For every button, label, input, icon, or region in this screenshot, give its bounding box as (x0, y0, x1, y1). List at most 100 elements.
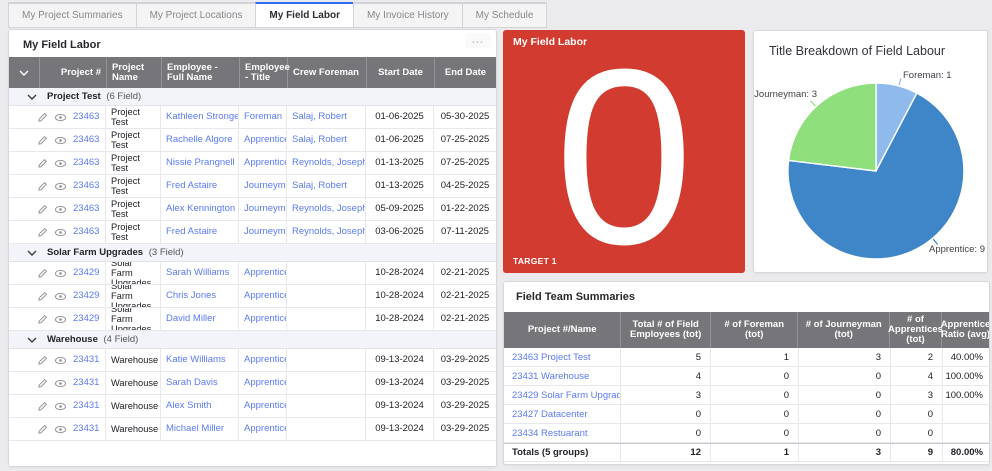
employee-title-link[interactable]: Apprentice (244, 424, 287, 434)
edit-button[interactable] (37, 158, 48, 169)
employee-title-link[interactable]: Journeyman (244, 204, 287, 214)
crew-foreman-link[interactable]: Reynolds, Joseph (292, 204, 366, 214)
edit-button[interactable] (37, 112, 48, 123)
column-header-expand[interactable] (9, 57, 39, 88)
project-link[interactable]: 23427 Datacenter (512, 409, 588, 420)
project-link[interactable]: 23434 Restuarant (512, 428, 588, 439)
crew-foreman-link[interactable]: Salaj, Robert (292, 112, 347, 122)
column-header-project-name[interactable]: Project #/Name (504, 312, 620, 348)
edit-button[interactable] (37, 314, 48, 325)
crew-foreman-link[interactable]: Salaj, Robert (292, 135, 347, 145)
employee-title-link[interactable]: Apprentice (244, 268, 287, 278)
tab-my-project-locations[interactable]: My Project Locations (136, 2, 257, 28)
field-labor-kpi-tile[interactable]: My Field Labor 0 TARGET 1 (503, 30, 745, 273)
employee-title-link[interactable]: Journeyman (244, 227, 287, 237)
project-number-link[interactable]: 23463 (73, 135, 101, 145)
employee-name-link[interactable]: Fred Astaire (166, 181, 217, 191)
view-button[interactable] (54, 269, 67, 278)
edit-button[interactable] (37, 401, 48, 412)
project-number-link[interactable]: 23463 (73, 158, 101, 168)
crew-foreman-link[interactable]: Reynolds, Joseph (292, 227, 366, 237)
edit-button[interactable] (37, 424, 48, 435)
project-number-link[interactable]: 23463 (73, 227, 101, 237)
project-number-link[interactable]: 23431 (73, 378, 101, 388)
group-row-warehouse[interactable]: Warehouse (4 Field) (9, 331, 496, 349)
employee-name-link[interactable]: Chris Jones (166, 291, 216, 301)
column-header-end-date[interactable]: End Date (434, 57, 496, 88)
project-number-link[interactable]: 23463 (73, 112, 101, 122)
view-button[interactable] (54, 228, 67, 237)
view-button[interactable] (54, 205, 67, 214)
employee-title-link[interactable]: Apprentice (244, 378, 287, 388)
employee-name-link[interactable]: Michael Miller (166, 424, 224, 434)
tab-my-invoice-history[interactable]: My Invoice History (353, 2, 463, 28)
employee-name-link[interactable]: Nissie Prangnell (166, 158, 235, 168)
employee-title-link[interactable]: Apprentice (244, 158, 287, 168)
view-button[interactable] (54, 159, 67, 168)
employee-name-link[interactable]: Alex Kennington (166, 204, 235, 214)
project-number-link[interactable]: 23463 (73, 204, 101, 214)
column-header-crew-foreman[interactable]: Crew Foreman (287, 57, 366, 88)
edit-button[interactable] (37, 227, 48, 238)
column-header-of-apprentices-tot[interactable]: # of Apprentices (tot) (889, 312, 941, 348)
employee-name-link[interactable]: Sarah Davis (166, 378, 218, 388)
employee-name-link[interactable]: Alex Smith (166, 401, 211, 411)
edit-button[interactable] (37, 135, 48, 146)
project-link[interactable]: 23429 Solar Farm Upgrades (512, 390, 621, 401)
employee-name-link[interactable]: Fred Astaire (166, 227, 217, 237)
project-link[interactable]: 23431 Warehouse (512, 371, 589, 382)
project-link[interactable]: 23463 Project Test (512, 352, 591, 363)
project-number-link[interactable]: 23429 (73, 291, 101, 301)
project-number-link[interactable]: 23429 (73, 268, 101, 278)
project-number-link[interactable]: 23463 (73, 181, 101, 191)
employee-title-link[interactable]: Journeyman (244, 181, 287, 191)
edit-button[interactable] (37, 378, 48, 389)
edit-button[interactable] (37, 291, 48, 302)
view-button[interactable] (54, 292, 67, 301)
column-header-total-of-field-employees-tot[interactable]: Total # of Field Employees (tot) (620, 312, 710, 348)
crew-foreman-link[interactable]: Reynolds, Joseph (292, 158, 366, 168)
tab-my-project-summaries[interactable]: My Project Summaries (8, 2, 137, 28)
employee-name-link[interactable]: Sarah Williams (166, 268, 229, 278)
employee-name-link[interactable]: Kathleen Stronger (166, 112, 239, 122)
column-header-project[interactable]: Project # (39, 57, 106, 88)
employee-title-link[interactable]: Foreman (244, 112, 282, 122)
tab-my-field-labor[interactable]: My Field Labor (255, 2, 354, 28)
crew-foreman-link[interactable]: Salaj, Robert (292, 181, 347, 191)
edit-button[interactable] (37, 181, 48, 192)
edit-button[interactable] (37, 355, 48, 366)
more-options-button[interactable]: ... (465, 33, 491, 48)
view-button[interactable] (54, 425, 67, 434)
view-button[interactable] (54, 136, 67, 145)
view-button[interactable] (54, 402, 67, 411)
employee-title-link[interactable]: Apprentice (244, 314, 287, 324)
view-button[interactable] (54, 182, 67, 191)
column-header-of-foreman-tot[interactable]: # of Foreman (tot) (710, 312, 798, 348)
column-header-project-name[interactable]: Project Name (106, 57, 161, 88)
employee-name-link[interactable]: Katie Williams (166, 355, 226, 365)
project-number-link[interactable]: 23431 (73, 355, 101, 365)
group-row-solar-farm-upgrades[interactable]: Solar Farm Upgrades (3 Field) (9, 244, 496, 262)
view-button[interactable] (54, 379, 67, 388)
employee-title-link[interactable]: Apprentice (244, 401, 287, 411)
edit-button[interactable] (37, 204, 48, 215)
view-button[interactable] (54, 113, 67, 122)
employee-title-link[interactable]: Apprentice (244, 291, 287, 301)
employee-title-link[interactable]: Apprentice (244, 135, 287, 145)
group-row-project-test[interactable]: Project Test (6 Field) (9, 88, 496, 106)
column-header-start-date[interactable]: Start Date (366, 57, 434, 88)
employee-title-link[interactable]: Apprentice (244, 355, 287, 365)
column-header-of-journeyman-tot[interactable]: # of Journeyman (tot) (797, 312, 889, 348)
column-header-employee-full-name[interactable]: Employee - Full Name (161, 57, 239, 88)
column-header-employee-title[interactable]: Employee - Title (239, 57, 287, 88)
column-header-apprentice-ratio-avg[interactable]: Apprentice Ratio (avg) (941, 312, 989, 348)
employee-name-link[interactable]: Rachelle Algore (166, 135, 233, 145)
project-number-link[interactable]: 23431 (73, 424, 101, 434)
tab-my-schedule[interactable]: My Schedule (462, 2, 548, 28)
project-number-link[interactable]: 23429 (73, 314, 101, 324)
view-button[interactable] (54, 356, 67, 365)
view-button[interactable] (54, 315, 67, 324)
employee-name-link[interactable]: David Miller (166, 314, 216, 324)
edit-button[interactable] (37, 268, 48, 279)
project-number-link[interactable]: 23431 (73, 401, 101, 411)
